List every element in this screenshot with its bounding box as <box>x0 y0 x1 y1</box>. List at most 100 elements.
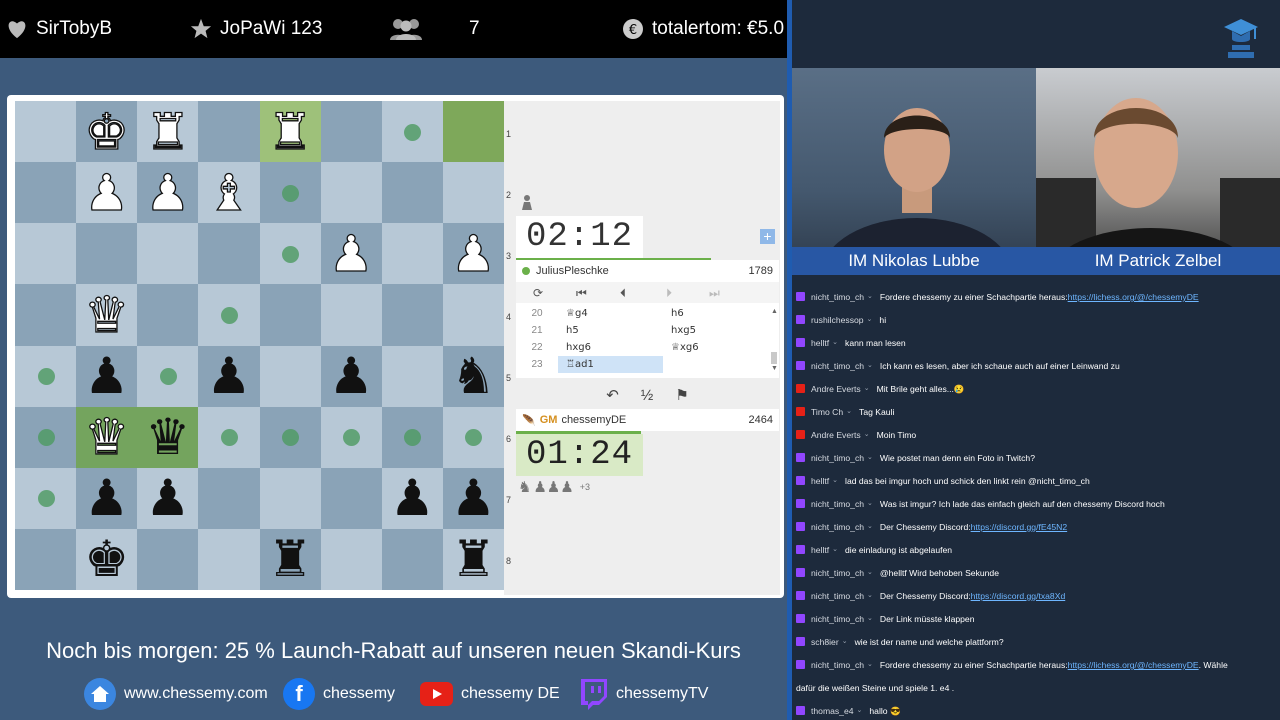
square[interactable] <box>442 162 504 224</box>
square[interactable] <box>381 345 443 407</box>
black-pawn[interactable]: ♟ <box>84 351 129 401</box>
square[interactable] <box>381 223 443 285</box>
square[interactable]: ♜ <box>442 528 504 590</box>
first-move-icon[interactable]: ⏮ <box>576 286 587 301</box>
square[interactable] <box>259 162 321 224</box>
white-rook[interactable]: ♜ <box>145 106 191 157</box>
resign-flag-icon[interactable]: ⚑ <box>675 386 688 404</box>
square[interactable]: ♜ <box>259 528 321 590</box>
flip-board-icon[interactable]: ⟳ <box>533 286 543 300</box>
square[interactable]: ♛ <box>76 406 138 468</box>
black-rook[interactable]: ♜ <box>268 534 313 584</box>
square[interactable] <box>15 406 77 468</box>
chat-username[interactable]: rushilchessop <box>811 312 864 328</box>
black-pawn[interactable]: ♟ <box>390 473 435 523</box>
chat-username[interactable]: helltf <box>811 473 829 489</box>
square[interactable]: ♟ <box>76 162 138 224</box>
square[interactable] <box>320 284 382 346</box>
black-pawn[interactable]: ♟ <box>84 473 129 523</box>
square[interactable] <box>15 345 77 407</box>
square[interactable]: ♚ <box>76 101 138 163</box>
chevron-down-icon[interactable]: ⌄ <box>842 634 848 650</box>
square[interactable]: ♝ <box>198 162 260 224</box>
black-pawn[interactable]: ♟ <box>329 351 374 401</box>
chevron-down-icon[interactable]: ⌄ <box>857 703 863 719</box>
square[interactable]: ♞ <box>442 345 504 407</box>
black-move[interactable]: hxg5 <box>663 325 696 336</box>
chess-board[interactable]: ♚ ♜ ♜ ♟ ♟ ♝ ♟ ♟ ♛ ♟ ♟ ♟ ♞ ♛ ♛ ♟ ♟ ♟ ♟ ♚ ♜ ♜ <box>15 101 504 590</box>
square[interactable] <box>137 284 199 346</box>
white-rook[interactable]: ♜ <box>267 106 313 157</box>
move-hint-dot[interactable] <box>282 184 300 202</box>
square[interactable] <box>381 162 443 224</box>
square[interactable] <box>137 345 199 407</box>
chat-link[interactable]: https://discord.gg/fE45N2 <box>971 519 1068 535</box>
white-queen[interactable]: ♛ <box>84 412 130 463</box>
black-pawn[interactable]: ♟ <box>145 473 190 523</box>
chevron-down-icon[interactable]: ⌄ <box>832 542 838 558</box>
square[interactable] <box>381 284 443 346</box>
black-pawn[interactable]: ♟ <box>451 473 496 523</box>
white-move[interactable]: hxg6 <box>558 339 663 356</box>
chevron-down-icon[interactable]: ⌄ <box>867 588 873 604</box>
square[interactable] <box>259 223 321 285</box>
chevron-down-icon[interactable]: ⌄ <box>832 335 838 351</box>
square[interactable]: ♜ <box>259 101 321 163</box>
takeback-icon[interactable]: ↶ <box>606 386 619 404</box>
square[interactable] <box>320 101 382 163</box>
square[interactable] <box>137 528 199 590</box>
chevron-down-icon[interactable]: ⌄ <box>832 473 838 489</box>
chat-username[interactable]: nicht_timo_ch <box>811 611 864 627</box>
white-pawn[interactable]: ♟ <box>450 228 496 279</box>
move-hint-dot[interactable] <box>220 306 238 324</box>
chevron-down-icon[interactable]: ⌄ <box>867 611 873 627</box>
chat-link[interactable]: https://lichess.org/@/chessemyDE <box>1068 657 1199 673</box>
chevron-down-icon[interactable]: ⌄ <box>867 312 873 328</box>
square[interactable] <box>320 528 382 590</box>
move-hint-dot[interactable] <box>282 245 300 263</box>
last-move-icon[interactable]: ⏭ <box>709 286 720 301</box>
move-hint-dot[interactable] <box>282 429 300 447</box>
square[interactable] <box>15 101 77 163</box>
chat-username[interactable]: nicht_timo_ch <box>811 289 864 305</box>
chat-username[interactable]: nicht_timo_ch <box>811 519 864 535</box>
white-pawn[interactable]: ♟ <box>84 167 130 218</box>
square[interactable] <box>320 467 382 529</box>
chat-username[interactable]: sch8ier <box>811 634 839 650</box>
square[interactable]: ♟ <box>76 345 138 407</box>
square[interactable] <box>259 284 321 346</box>
move-list-scrollbar[interactable]: ▲ ▼ <box>771 308 778 374</box>
chat-username[interactable]: nicht_timo_ch <box>811 588 864 604</box>
square[interactable] <box>381 528 443 590</box>
chevron-down-icon[interactable]: ⌄ <box>867 657 873 673</box>
chevron-down-icon[interactable]: ⌄ <box>846 404 852 420</box>
chat-username[interactable]: Timo Ch <box>811 404 843 420</box>
move-hint-dot[interactable] <box>343 429 361 447</box>
chat-username[interactable]: nicht_timo_ch <box>811 565 864 581</box>
chevron-down-icon[interactable]: ⌄ <box>864 381 870 397</box>
move-hint-dot[interactable] <box>37 429 55 447</box>
white-queen[interactable]: ♛ <box>84 289 130 340</box>
white-pawn[interactable]: ♟ <box>145 167 191 218</box>
square[interactable]: ♜ <box>137 101 199 163</box>
white-bishop[interactable]: ♝ <box>206 167 252 218</box>
square[interactable] <box>259 345 321 407</box>
square[interactable]: ♛ <box>137 406 199 468</box>
square[interactable]: ♟ <box>198 345 260 407</box>
square[interactable] <box>381 406 443 468</box>
square[interactable] <box>15 528 77 590</box>
chat-link[interactable]: https://lichess.org/@/chessemyDE <box>1068 289 1199 305</box>
square[interactable] <box>76 223 138 285</box>
youtube-link[interactable]: chessemy DE <box>420 676 560 712</box>
square[interactable] <box>198 223 260 285</box>
square[interactable] <box>442 101 504 163</box>
chat-username[interactable]: Andre Everts <box>811 427 861 443</box>
square[interactable]: ♟ <box>137 467 199 529</box>
square[interactable] <box>320 406 382 468</box>
square[interactable]: ♟ <box>442 223 504 285</box>
chat-username[interactable]: nicht_timo_ch <box>811 358 864 374</box>
square[interactable] <box>442 406 504 468</box>
bottom-player-line[interactable]: 🪶 GM chessemyDE 2464 <box>516 409 779 431</box>
square[interactable] <box>198 528 260 590</box>
chevron-down-icon[interactable]: ⌄ <box>867 450 873 466</box>
